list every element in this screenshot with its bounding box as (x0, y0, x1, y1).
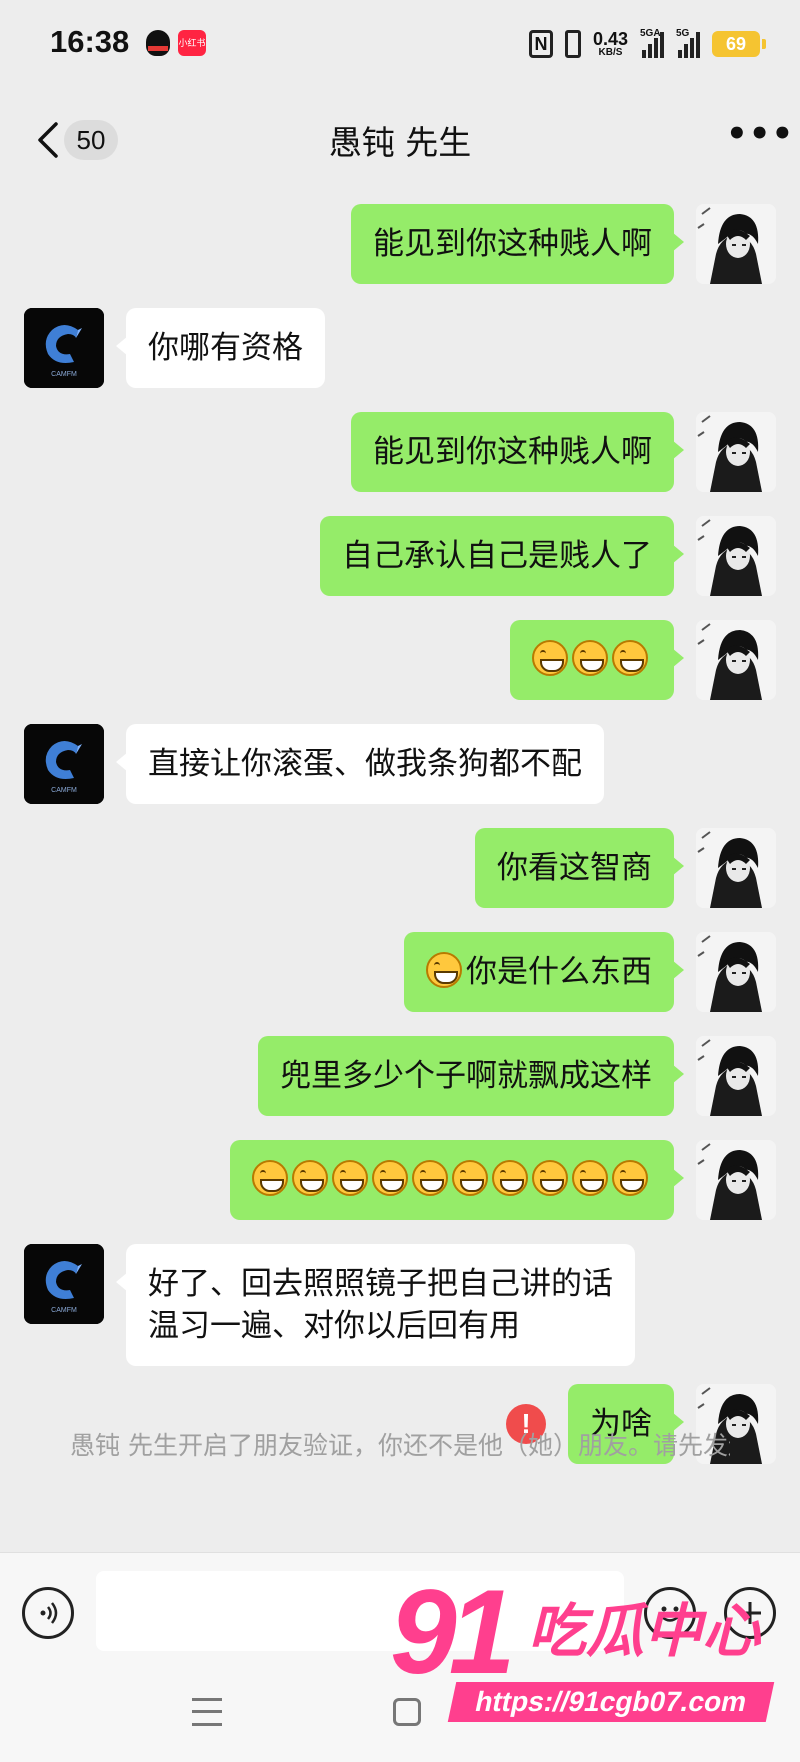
grinning-face-icon (492, 1160, 528, 1196)
grinning-face-icon (532, 1160, 568, 1196)
message-bubble[interactable]: 能见到你这种贱人啊 (351, 412, 684, 492)
message-text: 直接让你滚蛋、做我条狗都不配 (148, 746, 582, 782)
xiaohongshu-icon: 小红书 (178, 30, 206, 56)
svg-text:CAMFM: CAMFM (51, 371, 77, 378)
my-avatar[interactable] (696, 516, 776, 596)
watermark-text: 吃瓜中心 (528, 1597, 761, 1665)
message-text: 能见到你这种贱人啊 (373, 226, 652, 262)
chat-header: 50 愚钝 先生 ••• (0, 88, 800, 188)
signal-icon-2: 5G (676, 28, 700, 58)
my-avatar[interactable] (696, 828, 776, 908)
grinning-face-icon (572, 640, 608, 676)
message-bubble[interactable]: 直接让你滚蛋、做我条狗都不配 (116, 724, 604, 804)
friend-verification-notice: 愚钝 先生开启了朋友验证，你还不是他（她）朋友。请先发送朋友验证请求，对方验证通… (70, 1431, 730, 1460)
grinning-face-icon (332, 1160, 368, 1196)
more-icon[interactable]: ••• (726, 117, 793, 158)
message-text: 自己承认自己是贱人了 (342, 538, 652, 574)
grinning-face-icon (612, 1160, 648, 1196)
status-time: 16:38 (50, 24, 130, 59)
signal-label-2: 5G (676, 28, 690, 39)
network-speed-unit: KB/S (598, 47, 623, 58)
grinning-face-icon (572, 1160, 608, 1196)
contact-avatar[interactable]: CAMFM (24, 1244, 104, 1324)
watermark-number: 91 (390, 1565, 516, 1699)
chat-title: 愚钝 先生 (328, 123, 472, 162)
grinning-face-icon (252, 1160, 288, 1196)
grinning-face-icon (612, 640, 648, 676)
message-bubble[interactable]: 你看这智商 (475, 828, 684, 908)
message-bubble[interactable]: 你是什么东西 (404, 932, 684, 1012)
nfc-icon: N (528, 30, 553, 58)
message-text: 你看这智商 (497, 850, 652, 886)
watermark: 91 吃瓜中心 https://91cgb07.com (390, 1572, 790, 1722)
my-avatar[interactable] (696, 204, 776, 284)
my-avatar[interactable] (696, 932, 776, 1012)
message-bubble[interactable]: 自己承认自己是贱人了 (320, 516, 684, 596)
message-text: 你是什么东西 (466, 954, 652, 990)
status-bar: 16:38 小红书 N 0.43 KB/S 5GA 5G 69 (0, 0, 800, 88)
status-indicators: N 0.43 KB/S 5GA 5G 69 (528, 26, 766, 62)
grinning-face-icon (452, 1160, 488, 1196)
message-text: 你哪有资格 (148, 330, 303, 366)
network-speed-value: 0.43 (592, 29, 628, 49)
message-bubble[interactable]: 能见到你这种贱人啊 (351, 204, 684, 284)
nav-menu-icon[interactable] (192, 1698, 222, 1726)
watermark-url: https://91cgb07.com (447, 1682, 775, 1722)
message-bubble[interactable] (510, 620, 684, 700)
signal-label-1: 5GA (640, 28, 661, 39)
message-text: 兜里多少个子啊就飘成这样 (280, 1058, 652, 1094)
grinning-face-icon (412, 1160, 448, 1196)
contact-avatar[interactable]: CAMFM (24, 308, 104, 388)
voice-icon[interactable] (22, 1587, 74, 1639)
svg-text:CAMFM: CAMFM (51, 787, 77, 794)
message-bubble[interactable] (230, 1140, 684, 1220)
message-bubble[interactable]: 好了、回去照照镜子把自己讲的话 温习一遍、对你以后回有用 (116, 1244, 635, 1366)
signal-icon-1: 5GA (640, 28, 664, 58)
vibrate-icon (564, 30, 581, 58)
network-speed: 0.43 KB/S (593, 30, 628, 58)
my-avatar[interactable] (696, 412, 776, 492)
svg-text:CAMFM: CAMFM (51, 1307, 77, 1314)
contact-avatar[interactable]: CAMFM (24, 724, 104, 804)
my-avatar[interactable] (696, 620, 776, 700)
message-text: 能见到你这种贱人啊 (373, 434, 652, 470)
my-avatar[interactable] (696, 1140, 776, 1220)
grinning-face-icon (426, 952, 462, 988)
message-text: 好了、回去照照镜子把自己讲的话 温习一遍、对你以后回有用 (148, 1266, 613, 1344)
qq-icon (146, 30, 170, 56)
grinning-face-icon (372, 1160, 408, 1196)
my-avatar[interactable] (696, 1036, 776, 1116)
message-bubble[interactable]: 你哪有资格 (116, 308, 325, 388)
grinning-face-icon (532, 640, 568, 676)
battery-icon: 69 (712, 31, 766, 57)
grinning-face-icon (292, 1160, 328, 1196)
message-bubble[interactable]: 兜里多少个子啊就飘成这样 (258, 1036, 684, 1116)
